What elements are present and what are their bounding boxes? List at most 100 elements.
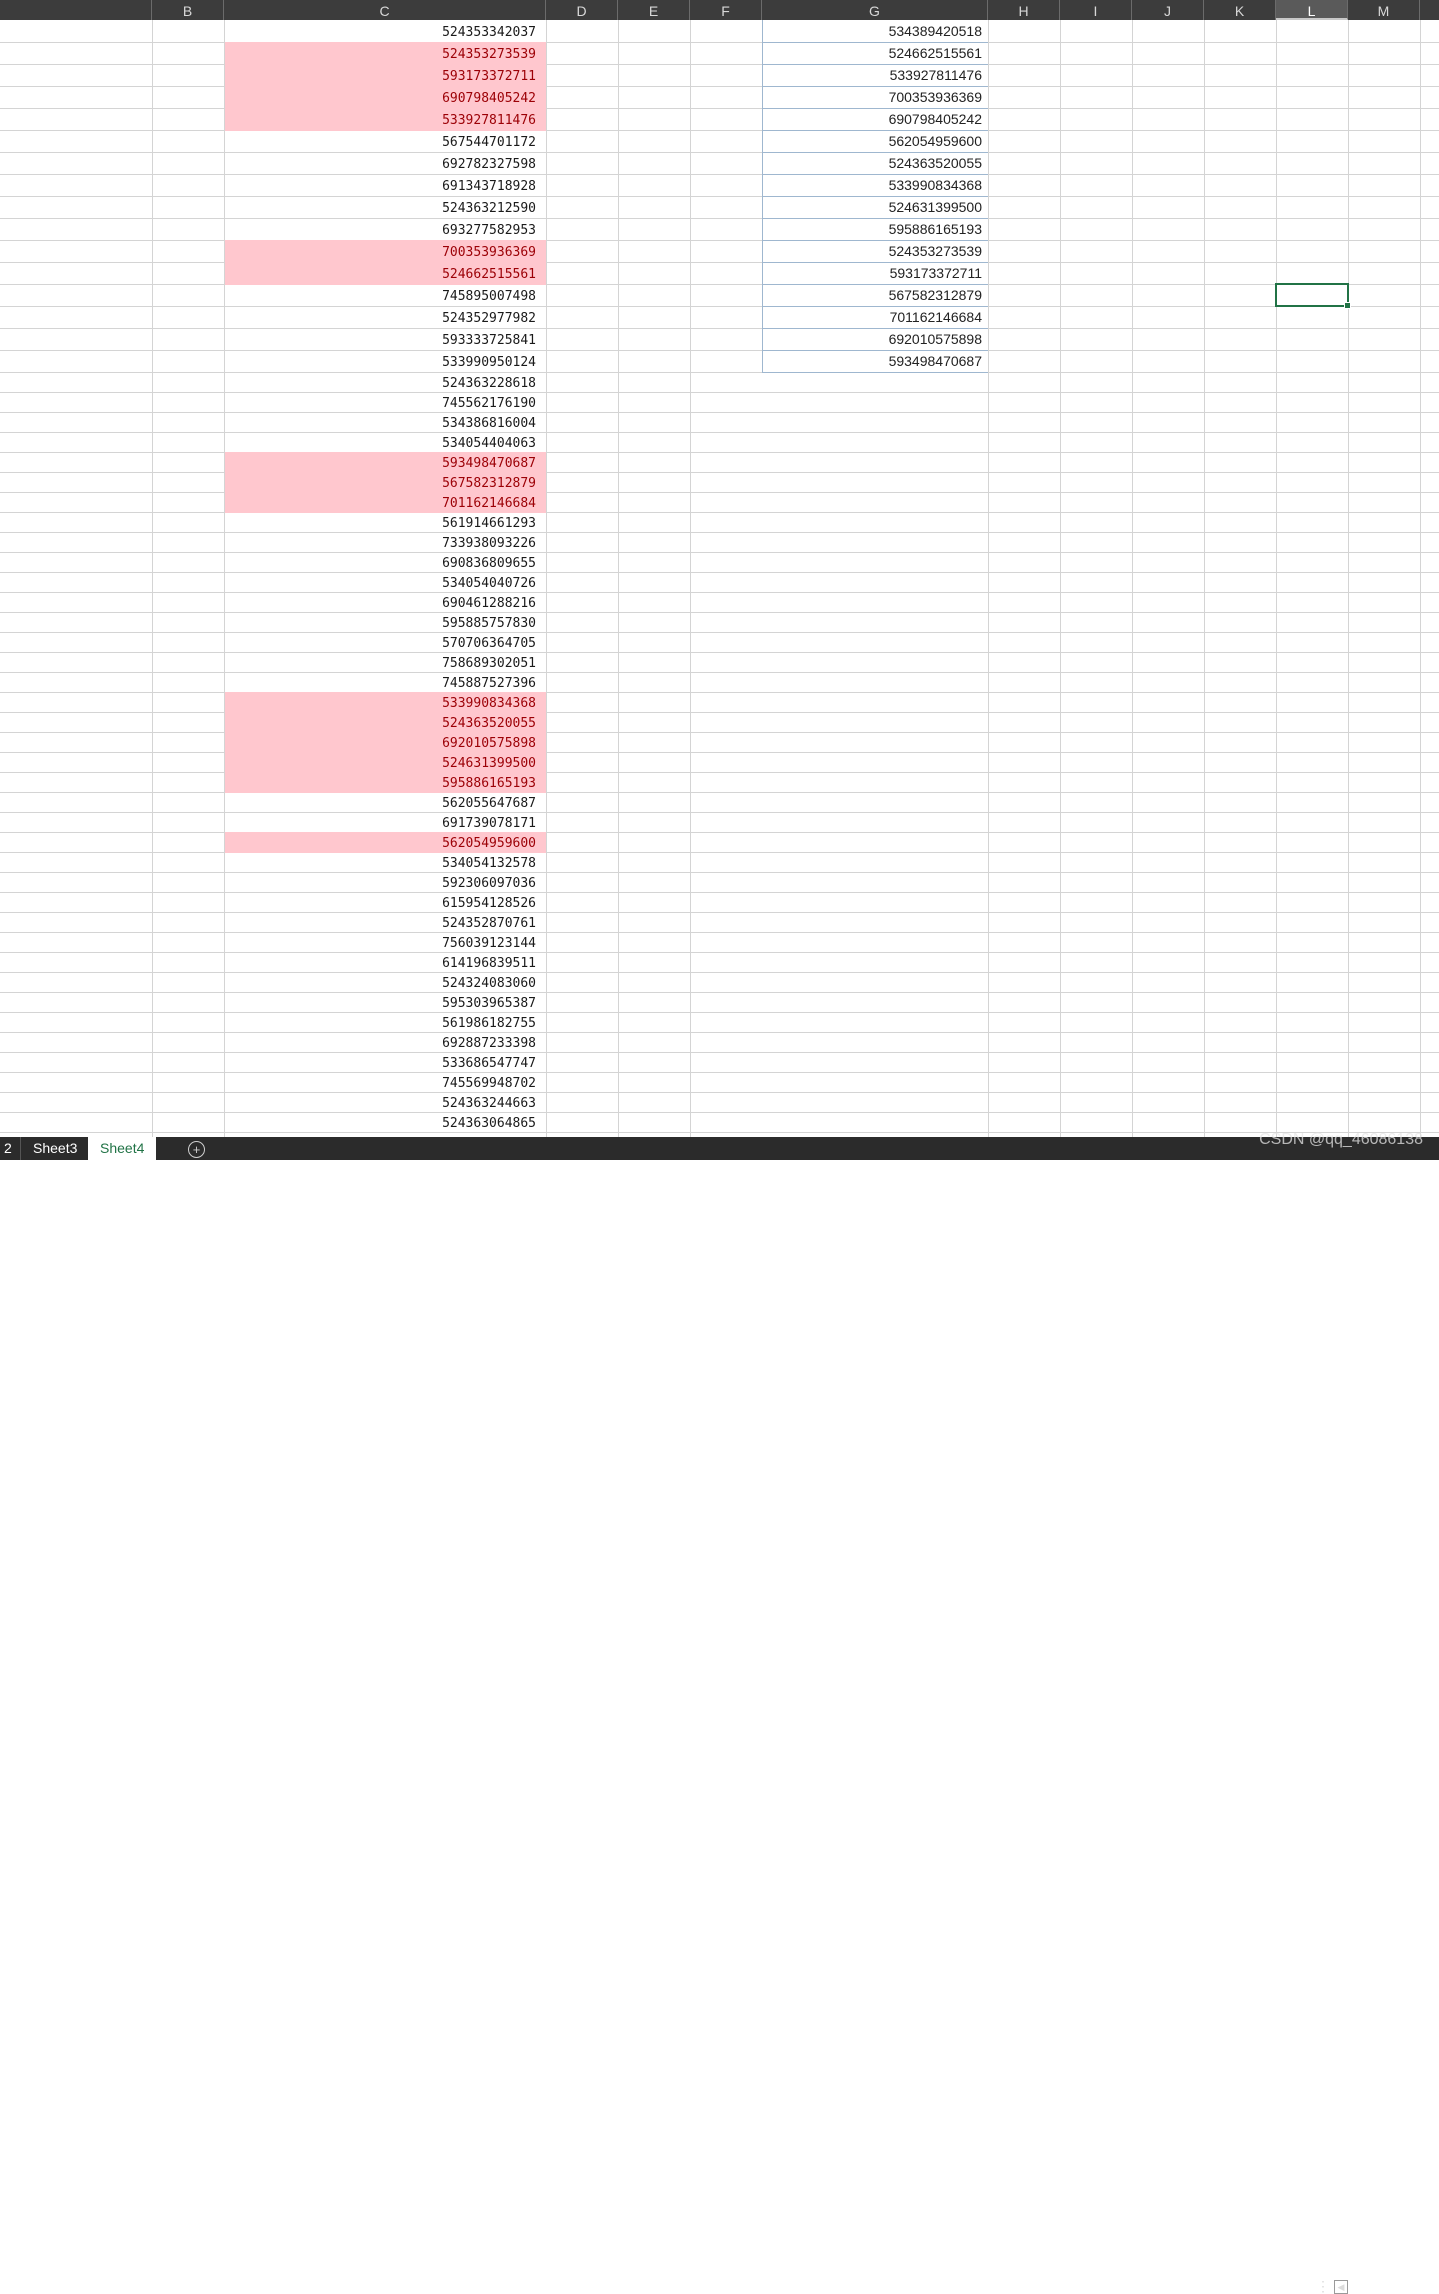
cell-c[interactable]: 562054959600: [224, 832, 536, 852]
cell-g[interactable]: 524363520055: [762, 152, 982, 174]
cell-g[interactable]: 595886165193: [762, 218, 982, 240]
cell-g[interactable]: 524662515561: [762, 42, 982, 64]
gridline-horizontal: [0, 86, 1439, 87]
sheet-tab-sheet3[interactable]: Sheet3: [20, 1137, 89, 1160]
sheet-tab-sheet4[interactable]: Sheet4: [88, 1137, 156, 1160]
column-header-k[interactable]: K: [1204, 0, 1276, 20]
cell-c[interactable]: 570706364705: [224, 632, 536, 652]
cell-c[interactable]: 615954128526: [224, 892, 536, 912]
cell-c[interactable]: 592306097036: [224, 872, 536, 892]
column-header-a[interactable]: [0, 0, 152, 20]
fill-handle[interactable]: [1344, 302, 1351, 309]
cell-g[interactable]: 701162146684: [762, 306, 982, 328]
cell-g[interactable]: 567582312879: [762, 284, 982, 306]
cell-c[interactable]: 533990950124: [224, 350, 536, 372]
column-header-f[interactable]: F: [690, 0, 762, 20]
gridline-horizontal: [0, 328, 1439, 329]
cell-c[interactable]: 524363520055: [224, 712, 536, 732]
cell-c[interactable]: 524363244663: [224, 1092, 536, 1112]
cell-c[interactable]: 567544701172: [224, 130, 536, 152]
cell-g[interactable]: 593173372711: [762, 262, 982, 284]
gridline-horizontal: [0, 152, 1439, 153]
sheet-tab-partial[interactable]: 2: [0, 1137, 16, 1160]
cell-c[interactable]: 524363212590: [224, 196, 536, 218]
cell-c[interactable]: 700353936369: [224, 240, 536, 262]
gridline-vertical: [1276, 20, 1277, 1137]
cell-c[interactable]: 690461288216: [224, 592, 536, 612]
cell-c[interactable]: 701162146684: [224, 492, 536, 512]
column-header-h[interactable]: H: [988, 0, 1060, 20]
gridline-horizontal: [0, 712, 1439, 713]
cell-c[interactable]: 595885757830: [224, 612, 536, 632]
cell-c[interactable]: 690836809655: [224, 552, 536, 572]
cell-g[interactable]: 524353273539: [762, 240, 982, 262]
cell-c[interactable]: 534054132578: [224, 852, 536, 872]
cell-g[interactable]: 562054959600: [762, 130, 982, 152]
cell-g[interactable]: 593498470687: [762, 350, 982, 372]
column-header-g[interactable]: G: [762, 0, 988, 20]
cell-c[interactable]: 593498470687: [224, 452, 536, 472]
cell-c[interactable]: 595886165193: [224, 772, 536, 792]
cell-c[interactable]: 524352870761: [224, 912, 536, 932]
scroll-left-icon[interactable]: ◀: [1334, 2280, 1348, 2294]
gridline-horizontal: [0, 174, 1439, 175]
cell-c[interactable]: 733938093226: [224, 532, 536, 552]
cell-c[interactable]: 524662515561: [224, 262, 536, 284]
cell-c[interactable]: 533990834368: [224, 692, 536, 712]
cell-c[interactable]: 745562176190: [224, 392, 536, 412]
column-header-d[interactable]: D: [546, 0, 618, 20]
cell-g[interactable]: 534389420518: [762, 20, 982, 42]
cell-c[interactable]: 745895007498: [224, 284, 536, 306]
cell-c[interactable]: 567582312879: [224, 472, 536, 492]
cell-c[interactable]: 524363064865: [224, 1112, 536, 1132]
column-header-c[interactable]: C: [224, 0, 546, 20]
cell-c[interactable]: 562055647687: [224, 792, 536, 812]
cell-c[interactable]: 534054040726: [224, 572, 536, 592]
cell-c[interactable]: 745569948702: [224, 1072, 536, 1092]
cell-c[interactable]: 533686547747: [224, 1052, 536, 1072]
cell-g[interactable]: 533990834368: [762, 174, 982, 196]
cell-c[interactable]: 593173372711: [224, 64, 536, 86]
column-header-m[interactable]: M: [1348, 0, 1420, 20]
cell-c[interactable]: 756039123144: [224, 932, 536, 952]
cell-g[interactable]: 700353936369: [762, 86, 982, 108]
cell-g[interactable]: 690798405242: [762, 108, 982, 130]
cell-g[interactable]: 692010575898: [762, 328, 982, 350]
column-header-e[interactable]: E: [618, 0, 690, 20]
column-header-j[interactable]: J: [1132, 0, 1204, 20]
column-header-b[interactable]: B: [152, 0, 224, 20]
gridline-vertical: [690, 20, 691, 1137]
cell-c[interactable]: 524352977982: [224, 306, 536, 328]
cell-c[interactable]: 692010575898: [224, 732, 536, 752]
cell-c[interactable]: 690798405242: [224, 86, 536, 108]
cell-c[interactable]: 745887527396: [224, 672, 536, 692]
more-options-icon[interactable]: ⋮: [1316, 2279, 1330, 2293]
cell-c[interactable]: 758689302051: [224, 652, 536, 672]
cell-c[interactable]: 691739078171: [224, 812, 536, 832]
cell-c[interactable]: 614196839511: [224, 952, 536, 972]
cell-c[interactable]: 561914661293: [224, 512, 536, 532]
gridline-vertical: [152, 20, 153, 1137]
cell-c[interactable]: 692782327598: [224, 152, 536, 174]
cell-c[interactable]: 524363228618: [224, 372, 536, 392]
column-header-l[interactable]: L: [1276, 0, 1348, 20]
cell-c[interactable]: 534054404063: [224, 432, 536, 452]
column-header-i[interactable]: I: [1060, 0, 1132, 20]
cell-c[interactable]: 533927811476: [224, 108, 536, 130]
cell-c[interactable]: 692887233398: [224, 1032, 536, 1052]
cell-c[interactable]: 524631399500: [224, 752, 536, 772]
cell-c[interactable]: 691343718928: [224, 174, 536, 196]
spreadsheet-grid[interactable]: BCDEFGHIJKLM 524353342037 524353273539 593…: [0, 0, 1439, 1137]
cell-g[interactable]: 524631399500: [762, 196, 982, 218]
cell-c[interactable]: 693277582953: [224, 218, 536, 240]
cell-c[interactable]: 524324083060: [224, 972, 536, 992]
cell-c[interactable]: 595303965387: [224, 992, 536, 1012]
add-sheet-icon[interactable]: +: [188, 1141, 205, 1158]
active-cell-selection[interactable]: [1275, 283, 1351, 309]
cell-c[interactable]: 593333725841: [224, 328, 536, 350]
cell-g[interactable]: 533927811476: [762, 64, 982, 86]
cell-c[interactable]: 561986182755: [224, 1012, 536, 1032]
cell-c[interactable]: 534386816004: [224, 412, 536, 432]
cell-c[interactable]: 524353342037: [224, 20, 536, 42]
cell-c[interactable]: 524353273539: [224, 42, 536, 64]
